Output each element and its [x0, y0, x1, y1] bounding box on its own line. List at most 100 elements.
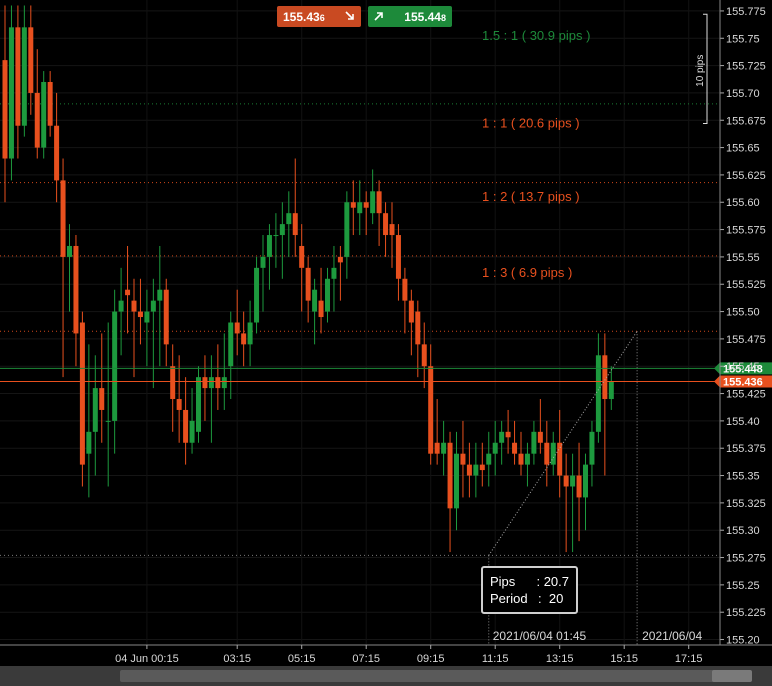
candle-body: [550, 442, 556, 465]
candle-body: [105, 420, 111, 422]
y-tick-label: 155.575: [726, 225, 766, 237]
candle-body: [299, 245, 305, 268]
y-tick-label: 155.75: [726, 33, 760, 45]
candle-body: [583, 464, 588, 498]
candle: [383, 202, 389, 257]
candle: [47, 71, 53, 137]
candle-body: [247, 322, 253, 345]
rr-level-label: 1 : 2 ( 13.7 pips ): [482, 189, 580, 204]
candle: [479, 442, 485, 487]
candle-body: [86, 431, 92, 454]
price-tag-label: 155.436: [723, 377, 763, 389]
scrollbar-thumb[interactable]: [120, 670, 740, 682]
candle: [441, 420, 447, 476]
candle: [370, 169, 376, 225]
candle-body: [79, 322, 85, 465]
candle-body: [34, 92, 40, 148]
candle: [79, 311, 85, 487]
y-tick-label: 155.60: [726, 197, 760, 209]
candle-body: [383, 213, 389, 236]
candle-body: [202, 377, 208, 389]
candle: [499, 420, 505, 465]
candle: [395, 224, 401, 301]
candle: [512, 420, 518, 465]
candle-body: [608, 381, 614, 400]
candle-body: [466, 464, 472, 476]
candle-body: [54, 125, 60, 181]
candle-body: [337, 256, 343, 263]
scrollbar-handle[interactable]: [712, 670, 752, 682]
candle-body: [408, 300, 414, 323]
candle-body: [305, 267, 311, 301]
candle: [402, 267, 408, 334]
pips-value: 20.7: [543, 574, 569, 589]
candle: [105, 322, 111, 487]
candle: [41, 71, 47, 159]
y-tick-label: 155.775: [726, 6, 766, 18]
candle-body: [28, 27, 34, 93]
y-tick-label: 155.25: [726, 580, 760, 592]
candle: [67, 224, 72, 312]
y-tick-label: 155.475: [726, 334, 766, 346]
candle: [279, 202, 285, 279]
candle-body: [479, 464, 485, 471]
candle-body: [589, 431, 595, 465]
candle-body: [350, 202, 356, 208]
candle: [8, 5, 14, 181]
candle-body: [544, 442, 550, 465]
candle-body: [196, 377, 201, 432]
candle: [344, 191, 350, 279]
candle-body: [150, 300, 156, 312]
candle: [260, 235, 266, 312]
candle: [544, 420, 550, 487]
pips-label: Pips: [490, 574, 516, 589]
pip-bracket-label: 10 pips: [695, 55, 706, 87]
candle-body: [312, 289, 318, 312]
candle: [299, 224, 305, 312]
candle-body: [595, 355, 601, 432]
candle: [376, 180, 382, 246]
candle-body: [537, 431, 543, 443]
candle: [183, 377, 189, 465]
candle: [189, 388, 195, 454]
candle-body: [570, 475, 576, 487]
candle: [241, 311, 247, 367]
candle-body: [395, 235, 401, 279]
candle: [557, 409, 563, 498]
sell-quote-button[interactable]: 155.436: [277, 6, 361, 27]
measure-start-time: 2021/06/04 01:45: [493, 629, 587, 643]
candle: [92, 355, 98, 476]
candle: [363, 191, 369, 236]
x-tick-label: 13:15: [546, 653, 574, 665]
candle: [163, 278, 169, 367]
candle-body: [234, 322, 240, 334]
sell-price: 155.436: [283, 9, 325, 24]
buy-quote-button[interactable]: 155.448: [368, 6, 452, 27]
candle-body: [318, 300, 324, 318]
candle: [28, 5, 34, 115]
y-tick-label: 155.30: [726, 525, 760, 537]
candle: [325, 267, 330, 323]
candle-body: [512, 442, 518, 454]
candle: [21, 5, 27, 137]
candle-body: [370, 191, 376, 214]
candle-body: [492, 442, 498, 454]
candle: [550, 431, 556, 476]
candle-body: [531, 431, 537, 454]
price-chart[interactable]: 1.5 : 1 ( 30.9 pips ) 1 : 1 ( 20.6 pips )…: [0, 0, 772, 686]
candle: [286, 191, 292, 257]
candle: [73, 235, 79, 367]
candle: [460, 420, 466, 498]
candle: [518, 431, 524, 476]
y-tick-label: 155.50: [726, 307, 760, 319]
candle: [2, 5, 8, 203]
candle: [125, 245, 131, 334]
candle-body: [163, 289, 169, 345]
candle: [350, 180, 356, 236]
candle: [466, 442, 472, 498]
candle-body: [344, 202, 350, 257]
candle-body: [8, 27, 14, 159]
y-tick-label: 155.425: [726, 389, 766, 401]
candle: [202, 355, 208, 421]
candle-body: [228, 322, 234, 367]
